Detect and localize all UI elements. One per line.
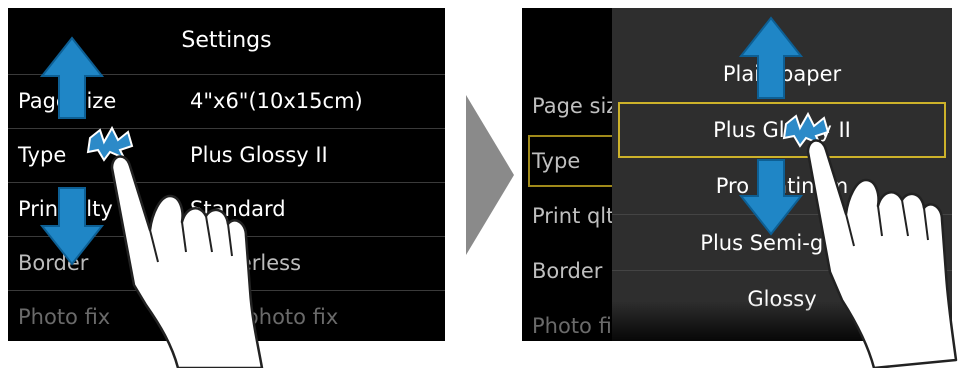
setting-label: Type <box>18 143 67 167</box>
setting-label: Page size <box>18 89 117 113</box>
setting-value: Borderless <box>190 251 302 275</box>
option-plus-glossy-ii-selected[interactable]: Plus Glossy II <box>618 102 946 158</box>
setting-row-photo-fix[interactable]: Photo fix Auto photo fix <box>8 290 445 341</box>
background-label: Photo fix <box>532 314 625 338</box>
setting-value: Auto photo fix <box>190 305 339 329</box>
type-row-highlight <box>528 135 614 187</box>
setting-row-page-size[interactable]: Page size 4"x6"(10x15cm) <box>8 74 445 127</box>
setting-label: Print qlty <box>18 197 113 221</box>
screen-title: Settings <box>181 28 272 53</box>
setting-value: Standard <box>190 197 286 221</box>
dropdown-bottom-fade <box>612 301 952 341</box>
setting-value: 4"x6"(10x15cm) <box>190 89 363 113</box>
next-step-chevron-icon <box>466 95 514 255</box>
background-label: Border <box>532 259 603 283</box>
media-type-dropdown[interactable]: Plain paper Plus Glossy II Pro Platinum … <box>612 8 952 341</box>
settings-screen: Settings Page size 4"x6"(10x15cm) Type P… <box>8 8 445 341</box>
setting-row-type[interactable]: Type Plus Glossy II <box>8 128 445 181</box>
option-plus-semi-gloss[interactable]: Plus Semi-gloss <box>612 214 952 271</box>
setting-label: Border <box>18 251 89 275</box>
setting-value: Plus Glossy II <box>190 143 328 167</box>
option-plain-paper[interactable]: Plain paper <box>612 46 952 102</box>
setting-row-border[interactable]: Border Borderless <box>8 236 445 289</box>
option-pro-platinum[interactable]: Pro Platinum <box>612 158 952 214</box>
setting-row-print-quality[interactable]: Print qlty Standard <box>8 182 445 235</box>
setting-label: Photo fix <box>18 305 111 329</box>
media-type-screen: Page size Type Print qlty Border Photo f… <box>522 8 952 341</box>
